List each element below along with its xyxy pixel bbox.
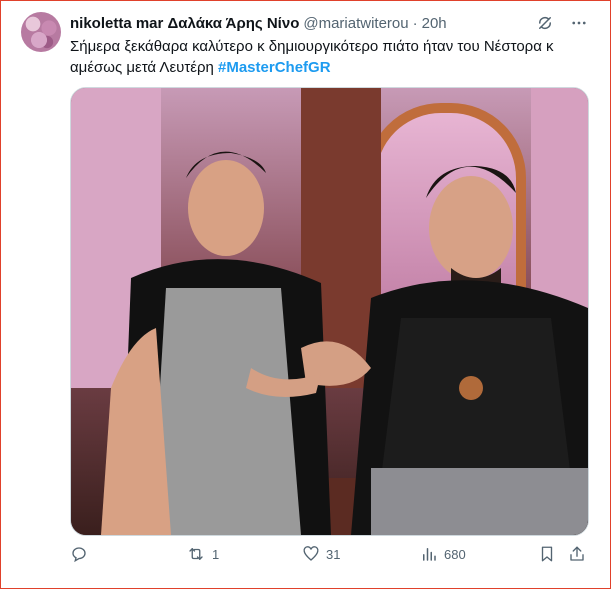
screenshot-frame xyxy=(0,0,611,589)
